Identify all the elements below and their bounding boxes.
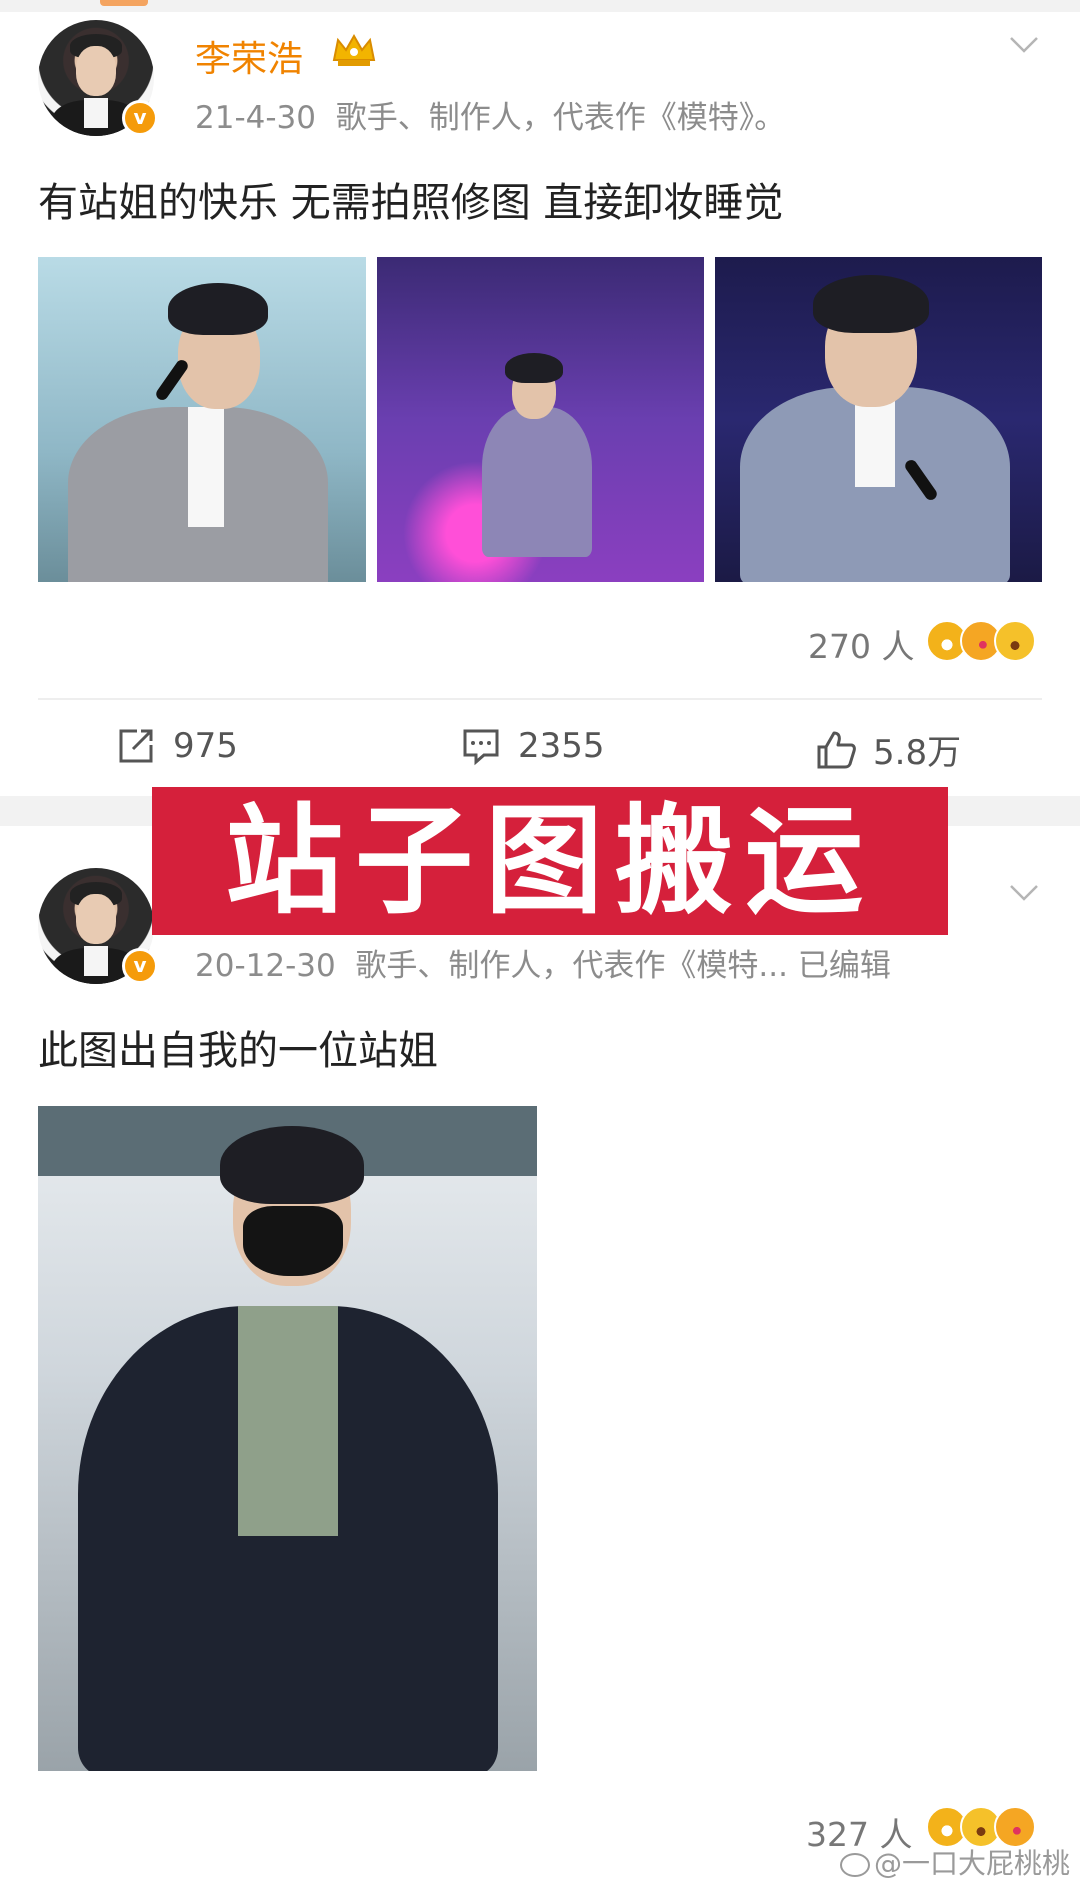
crown-badge-icon <box>332 33 376 66</box>
repost-icon <box>119 729 153 763</box>
overlay-banner: 站子图搬运 <box>152 787 948 935</box>
post-meta: 21-4-30 歌手、制作人，代表作《模特》。 <box>195 92 785 137</box>
verified-badge-icon: v <box>122 100 158 136</box>
author-bio: 歌手、制作人，代表作《模特... <box>355 948 788 984</box>
edited-label: 已编辑 <box>797 948 891 984</box>
post-text: 有站姐的快乐 无需拍照修图 直接卸妆睡觉 <box>38 180 784 226</box>
thumbs-up-icon <box>817 731 856 768</box>
post-text: 此图出自我的一位站姐 <box>38 1028 438 1074</box>
post-meta: 20-12-30 歌手、制作人，代表作《模特... 已编辑 <box>195 940 891 985</box>
post-photo-3[interactable] <box>715 257 1042 582</box>
face-mask <box>243 1206 343 1276</box>
post-photo[interactable] <box>38 1106 537 1771</box>
like-count: 5.8万 <box>873 733 962 773</box>
watermark: @一口大屁桃桃 <box>839 1842 1070 1882</box>
top-separator <box>0 0 1080 12</box>
post-date: 20-12-30 <box>195 948 336 984</box>
wow-emoji-icon <box>994 620 1036 662</box>
post-date: 21-4-30 <box>195 100 316 136</box>
top-accent <box>100 0 148 6</box>
weibo-logo-icon <box>839 1853 870 1877</box>
username[interactable]: 李荣浩 <box>195 30 303 82</box>
repost-count: 975 <box>173 726 238 766</box>
divider <box>38 698 1042 700</box>
comment-count: 2355 <box>518 726 605 766</box>
author-bio: 歌手、制作人，代表作《模特》。 <box>335 100 786 136</box>
post-photo-2[interactable] <box>377 257 704 582</box>
post-photo-1[interactable] <box>38 257 366 582</box>
chevron-down-icon[interactable] <box>1009 884 1039 902</box>
watermark-text: @一口大屁桃桃 <box>873 1847 1070 1880</box>
verified-badge-icon: v <box>122 948 158 984</box>
chevron-down-icon[interactable] <box>1009 36 1039 54</box>
repost-button[interactable]: 975 <box>115 725 238 767</box>
like-button[interactable]: 5.8万 <box>815 725 961 774</box>
reaction-count[interactable]: 270 人 <box>808 620 914 668</box>
comment-button[interactable]: 2355 <box>460 725 605 767</box>
comment-icon <box>463 729 499 766</box>
